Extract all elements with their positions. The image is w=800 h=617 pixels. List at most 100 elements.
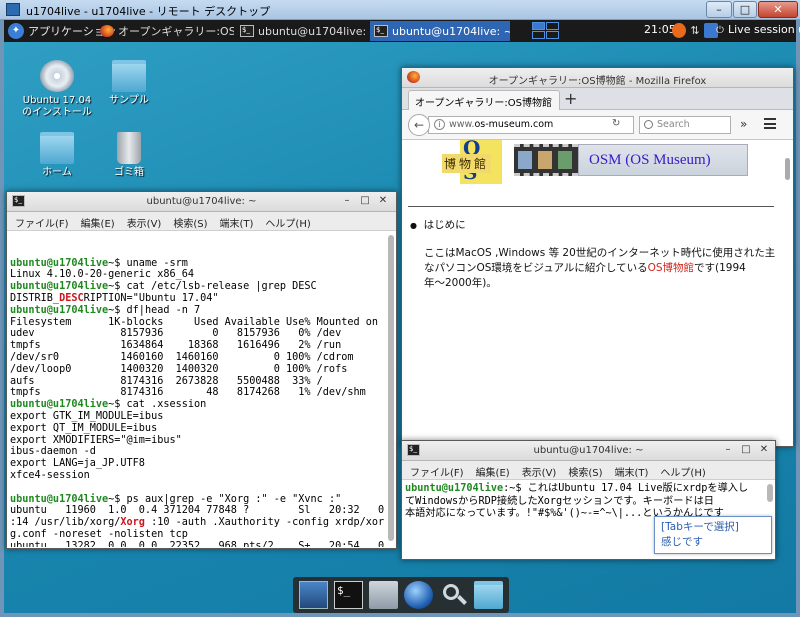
terminal-line: :14 /usr/lib/xorg/Xorg :10 -auth .Xautho… [10,517,393,529]
minimize-button[interactable]: – [341,195,353,207]
terminal-line: ubuntu@u1704live~$ ps aux|grep -e "Xorg … [10,494,393,506]
taskbar-item-terminal-1[interactable]: $_ ubuntu@u1704live: ~ [236,21,370,41]
web-browser-launcher-icon[interactable] [404,581,434,609]
logo-kanji-text: 博物館 [442,154,492,173]
page-scrollbar[interactable] [785,158,790,180]
osm-link[interactable]: OS博物館 [648,262,694,274]
menu-search[interactable]: 検索(S) [568,464,602,479]
terminal-line: tmpfs 8174316 48 8174268 1% /dev/shm [10,387,393,399]
grep-highlight: DESC [59,292,84,304]
url-bar[interactable]: i www.os-museum.com [428,116,634,134]
rdp-close-button[interactable]: ✕ [758,1,798,18]
terminal-menubar: ファイル(F) 編集(E) 表示(V) 検索(S) 端末(T) ヘルプ(H) [402,461,775,480]
menu-view[interactable]: 表示(V) [522,464,557,479]
ime-candidate-popup[interactable]: [Tabキーで選択] 感じです [654,516,772,554]
firefox-titlebar[interactable]: オープンギャラリー:OS博物館 - Mozilla Firefox [402,68,793,88]
menu-file[interactable]: ファイル(F) [410,464,464,479]
terminal-output[interactable]: ubuntu@u1704live~$ uname -srm Linux 4.10.… [7,231,396,547]
network-icon[interactable]: ⇅ [688,23,702,38]
window-title: ubuntu@u1704live: ~ [146,196,257,207]
terminal-scrollbar[interactable] [767,484,773,502]
new-tab-button[interactable]: + [564,89,577,108]
show-desktop-icon[interactable] [299,581,329,609]
search-input[interactable]: Search [639,116,731,134]
workspace-1[interactable] [532,22,545,30]
terminal-line-text: 本語対応になっています。!"#$%&'()~-=^~\|...という [405,508,673,519]
minimize-button[interactable]: – [722,444,734,456]
session-user-label[interactable]: Live session user [728,23,800,36]
menu-view[interactable]: 表示(V) [127,215,162,230]
close-button[interactable]: ✕ [758,444,770,456]
terminal-line: udev 8157936 0 8157936 0% /dev [10,328,393,340]
taskbar-item-terminal-2[interactable]: $_ ubuntu@u1704live: ~ [370,21,510,41]
desktop-icon-install[interactable]: Ubuntu 17.04 のインストール [20,60,94,119]
workspace-4[interactable] [546,31,559,39]
workspace-3[interactable] [532,31,545,39]
info-icon[interactable]: i [434,119,445,130]
hamburger-menu-icon[interactable] [764,118,776,129]
ibus-tray-icon[interactable] [672,23,686,38]
file-manager-launcher-icon[interactable] [474,581,503,609]
desktop-icon-home[interactable]: ホーム [20,132,94,179]
panel-clock[interactable]: 21:05 [644,23,676,36]
remote-desktop-icon [6,3,20,16]
back-button[interactable]: ← [408,114,430,136]
filmstrip-image [514,144,578,176]
osm-logo[interactable]: O S 博物館 [442,140,502,184]
terminal-launcher-icon[interactable]: $_ [334,581,364,609]
maximize-button[interactable]: □ [740,444,752,456]
menu-terminal[interactable]: 端末(T) [220,215,254,230]
taskbar-item-firefox[interactable]: オープンギャラリー:OS博物... [96,21,234,41]
app-finder-launcher-icon[interactable] [439,581,468,609]
desktop-icon-samples[interactable]: サンプル [92,60,166,107]
terminal-text: ibus-daemon -d [10,446,96,458]
overflow-chevron-icon[interactable]: » [740,117,747,131]
home-folder-launcher-icon[interactable] [369,581,399,609]
menu-edit[interactable]: 編集(E) [476,464,510,479]
ime-candidate[interactable]: 感じです [661,535,765,550]
taskbar-item-label: ubuntu@u1704live: ~ [392,24,510,38]
terminal-line: ubuntu@u1704live~$ cat /etc/lsb-release … [10,281,393,293]
terminal-titlebar[interactable]: $_ ubuntu@u1704live: ~ – □ ✕ [7,192,396,212]
terminal-titlebar[interactable]: $_ ubuntu@u1704live: ~ – □ ✕ [402,441,775,461]
workspace-2[interactable] [546,22,559,30]
banner-text: OSM (OS Museum) [589,152,711,168]
rdp-titlebar[interactable]: u1704live - u1704live - リモート デスクトップ – □ … [0,0,800,20]
terminal-text: tmpfs 1634864 18368 1616496 2% /run [10,340,342,352]
menu-file[interactable]: ファイル(F) [15,215,69,230]
rdp-minimize-button[interactable]: – [706,1,732,18]
intro-line-2-tail: です(1994 [694,262,746,274]
terminal-line: ubuntu@u1704live~$ df|head -n 7 [10,305,393,317]
divider [408,206,774,207]
maximize-button[interactable]: □ [359,195,371,207]
prompt: ubuntu@u1704live [405,483,504,494]
workspace-switcher[interactable] [532,22,560,40]
desktop-icon-trash[interactable]: ゴミ箱 [92,132,166,179]
tab-label: オープンギャラリー:OS博物館 [415,98,552,109]
terminal-text: /dev/loop0 1400320 1400320 0 100% /rofs [10,363,348,375]
rdp-maximize-button[interactable]: □ [733,1,757,18]
menu-help[interactable]: ヘルプ(H) [265,215,310,230]
terminal-text: export QT_IM_MODULE=ibus [10,422,158,434]
desktop-icon-label: サンプル [109,95,149,106]
terminal-text: aufs 8174316 2673828 5500488 33% / [10,375,323,387]
terminal-text: DISTRIB_ [10,292,60,304]
terminal-line: export QT_IM_MODULE=ibus [10,423,393,435]
terminal-text: ~$ cat .xsession [108,399,207,411]
desktop-icon-label: ホーム [42,167,72,178]
osm-banner: OSM (OS Museum) [578,144,748,176]
home-folder-icon [40,132,74,164]
menu-terminal[interactable]: 端末(T) [615,464,649,479]
terminal-scrollbar[interactable] [388,235,394,541]
terminal-text: ubuntu 13282 0.0 0.0 22352 968 pts/2 S+ … [10,540,385,547]
close-button[interactable]: ✕ [377,195,389,207]
reload-button[interactable]: ↻ [612,118,620,129]
menu-edit[interactable]: 編集(E) [81,215,115,230]
folder-icon [112,60,146,92]
menu-search[interactable]: 検索(S) [173,215,207,230]
terminal-line: Filesystem 1K-blocks Used Available Use%… [10,317,393,329]
terminal-text: :14 /usr/lib/xorg/ [10,517,121,529]
bullet-item: ● はじめに [410,219,466,231]
tab-os-museum[interactable]: オープンギャラリー:OS博物館 [408,90,560,110]
menu-help[interactable]: ヘルプ(H) [660,464,705,479]
